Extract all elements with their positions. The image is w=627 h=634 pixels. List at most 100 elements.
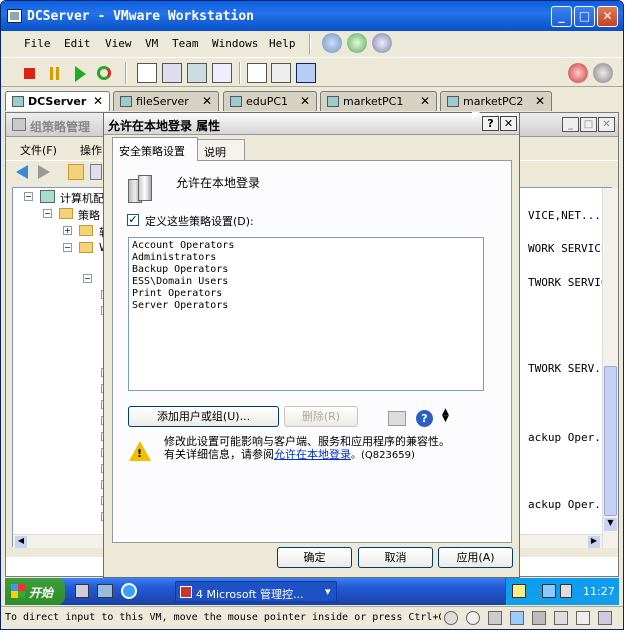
ie-icon[interactable]	[121, 583, 137, 599]
collapse-icon[interactable]: −	[83, 274, 92, 283]
list-item[interactable]: Print Operators	[132, 288, 222, 299]
message-icon[interactable]	[576, 611, 590, 625]
list-item[interactable]: ESS\Domain Users	[132, 276, 228, 287]
tab-marketpc1[interactable]: marketPC1 ✕	[320, 91, 437, 111]
menu-vm[interactable]: VM	[145, 37, 158, 50]
windows-logo-icon	[11, 584, 25, 598]
tab-explain[interactable]: 说明	[197, 139, 245, 161]
quick-switch-icon[interactable]	[162, 63, 182, 83]
start-button[interactable]: 开始	[5, 578, 65, 605]
hdd-icon[interactable]	[444, 611, 458, 625]
power-on-icon[interactable]	[69, 63, 89, 83]
menu-help[interactable]: Help	[269, 37, 296, 50]
gpe-minimize-button[interactable]: _	[562, 117, 579, 132]
separator	[239, 62, 241, 84]
scroll-down-icon[interactable]: ▼	[604, 518, 617, 531]
gpe-menu-action[interactable]: 操作	[80, 142, 102, 158]
tab-close-icon[interactable]: ✕	[93, 94, 103, 108]
tab-security-settings[interactable]: 安全策略设置	[112, 137, 198, 161]
tray-icon[interactable]	[512, 584, 526, 598]
appliance-view-icon[interactable]	[296, 63, 316, 83]
fullscreen-icon[interactable]	[187, 63, 207, 83]
summary-view-icon[interactable]	[271, 63, 291, 83]
menu-view[interactable]: View	[105, 37, 132, 50]
ok-button[interactable]: 确定	[277, 547, 352, 568]
up-folder-icon[interactable]	[68, 164, 84, 180]
more-icon[interactable]: ▲ ▼	[442, 408, 449, 424]
menu-team[interactable]: Team	[172, 37, 199, 50]
tree-root-label[interactable]: 计算机配	[60, 190, 104, 206]
dialog-title-bar: 允许在本地登录 属性 ? ✕	[104, 113, 519, 135]
list-item[interactable]: Backup Operators	[132, 264, 228, 275]
gpe-close-button[interactable]: ✕	[598, 117, 615, 132]
network-adapter-icon[interactable]	[510, 611, 524, 625]
help-icon[interactable]: ?	[416, 410, 433, 427]
menu-edit[interactable]: Edit	[64, 37, 91, 50]
menu-windows[interactable]: Windows	[212, 37, 258, 50]
fullscreen-status-icon[interactable]	[598, 611, 612, 625]
gpe-maximize-button[interactable]: □	[580, 117, 597, 132]
expand-icon[interactable]: +	[63, 226, 72, 235]
power-off-icon[interactable]	[19, 63, 39, 83]
tab-dcserver[interactable]: DCServer ✕	[5, 91, 110, 111]
floppy-icon[interactable]	[488, 611, 502, 625]
show-tree-icon[interactable]	[90, 164, 102, 180]
minimize-button[interactable]: _	[551, 6, 572, 27]
properties-dialog: 允许在本地登录 属性 ? ✕ 安全策略设置 说明 允许在本地登录 ✓ 定义这些策…	[103, 112, 520, 578]
keyboard-icon[interactable]	[388, 411, 406, 426]
policy-help-link[interactable]: 允许在本地登录	[274, 448, 351, 461]
usb-icon[interactable]	[532, 611, 546, 625]
scroll-left-icon[interactable]: ◀	[15, 536, 27, 548]
cdrom-icon[interactable]	[466, 611, 480, 625]
remove-button[interactable]: 删除(R)	[284, 406, 358, 427]
snapshot-manager-icon[interactable]	[372, 33, 392, 53]
list-item[interactable]: Account Operators	[132, 240, 234, 251]
sound-icon[interactable]	[554, 611, 568, 625]
show-desktop-icon[interactable]	[97, 584, 113, 598]
snapshot-icon[interactable]	[322, 33, 342, 53]
list-item[interactable]: Server Operators	[132, 300, 228, 311]
tab-close-icon[interactable]: ✕	[300, 94, 310, 108]
tab-close-icon[interactable]: ✕	[420, 94, 430, 108]
forward-icon[interactable]	[38, 165, 50, 179]
sidebar-view-icon[interactable]	[137, 63, 157, 83]
network-icon[interactable]	[542, 584, 556, 598]
maximize-button[interactable]: □	[574, 6, 595, 27]
cancel-button[interactable]: 取消	[358, 547, 433, 568]
tab-edupc1[interactable]: eduPC1 ✕	[223, 91, 317, 111]
collapse-icon[interactable]: −	[24, 192, 33, 201]
scroll-right-icon[interactable]: ▶	[588, 536, 600, 548]
define-checkbox[interactable]: ✓	[127, 214, 139, 226]
status-bar: To direct input to this VM, move the mou…	[1, 606, 623, 629]
console-view-icon[interactable]	[247, 63, 267, 83]
collapse-icon[interactable]: −	[63, 243, 72, 252]
suspend-icon[interactable]	[44, 63, 64, 83]
tab-close-icon[interactable]: ✕	[202, 94, 212, 108]
vertical-scrollbar[interactable]: ▼	[602, 188, 618, 548]
settings-icon[interactable]	[593, 63, 613, 83]
gpe-menu-file[interactable]: 文件(F)	[20, 142, 57, 158]
snapshot-take-icon[interactable]	[568, 63, 588, 83]
tree-policy-label[interactable]: 策略	[78, 207, 100, 223]
apply-button[interactable]: 应用(A)	[438, 547, 513, 568]
dialog-help-button[interactable]: ?	[482, 116, 499, 131]
tab-fileserver[interactable]: fileServer ✕	[113, 91, 219, 111]
scroll-thumb[interactable]	[604, 366, 617, 516]
add-user-button[interactable]: 添加用户或组(U)...	[128, 406, 279, 427]
reset-icon[interactable]	[94, 63, 114, 83]
volume-icon[interactable]	[560, 584, 572, 598]
tab-close-icon[interactable]: ✕	[535, 94, 545, 108]
task-group-arrow[interactable]: ▾	[325, 585, 331, 598]
dialog-close-button[interactable]: ✕	[500, 116, 517, 131]
back-icon[interactable]	[16, 165, 28, 179]
taskbar-task-mmc[interactable]: 4 Microsoft 管理控... ▾	[175, 581, 337, 602]
accounts-list[interactable]: Account Operators Administrators Backup …	[128, 237, 484, 391]
quick-launch-icon[interactable]	[75, 584, 89, 598]
close-button[interactable]: ✕	[597, 6, 618, 27]
revert-snapshot-icon[interactable]	[347, 33, 367, 53]
menu-file[interactable]: File	[24, 37, 51, 50]
collapse-icon[interactable]: −	[43, 209, 52, 218]
unity-icon[interactable]	[212, 63, 232, 83]
list-item[interactable]: Administrators	[132, 252, 216, 263]
tab-marketpc2[interactable]: marketPC2 ✕	[440, 91, 552, 111]
